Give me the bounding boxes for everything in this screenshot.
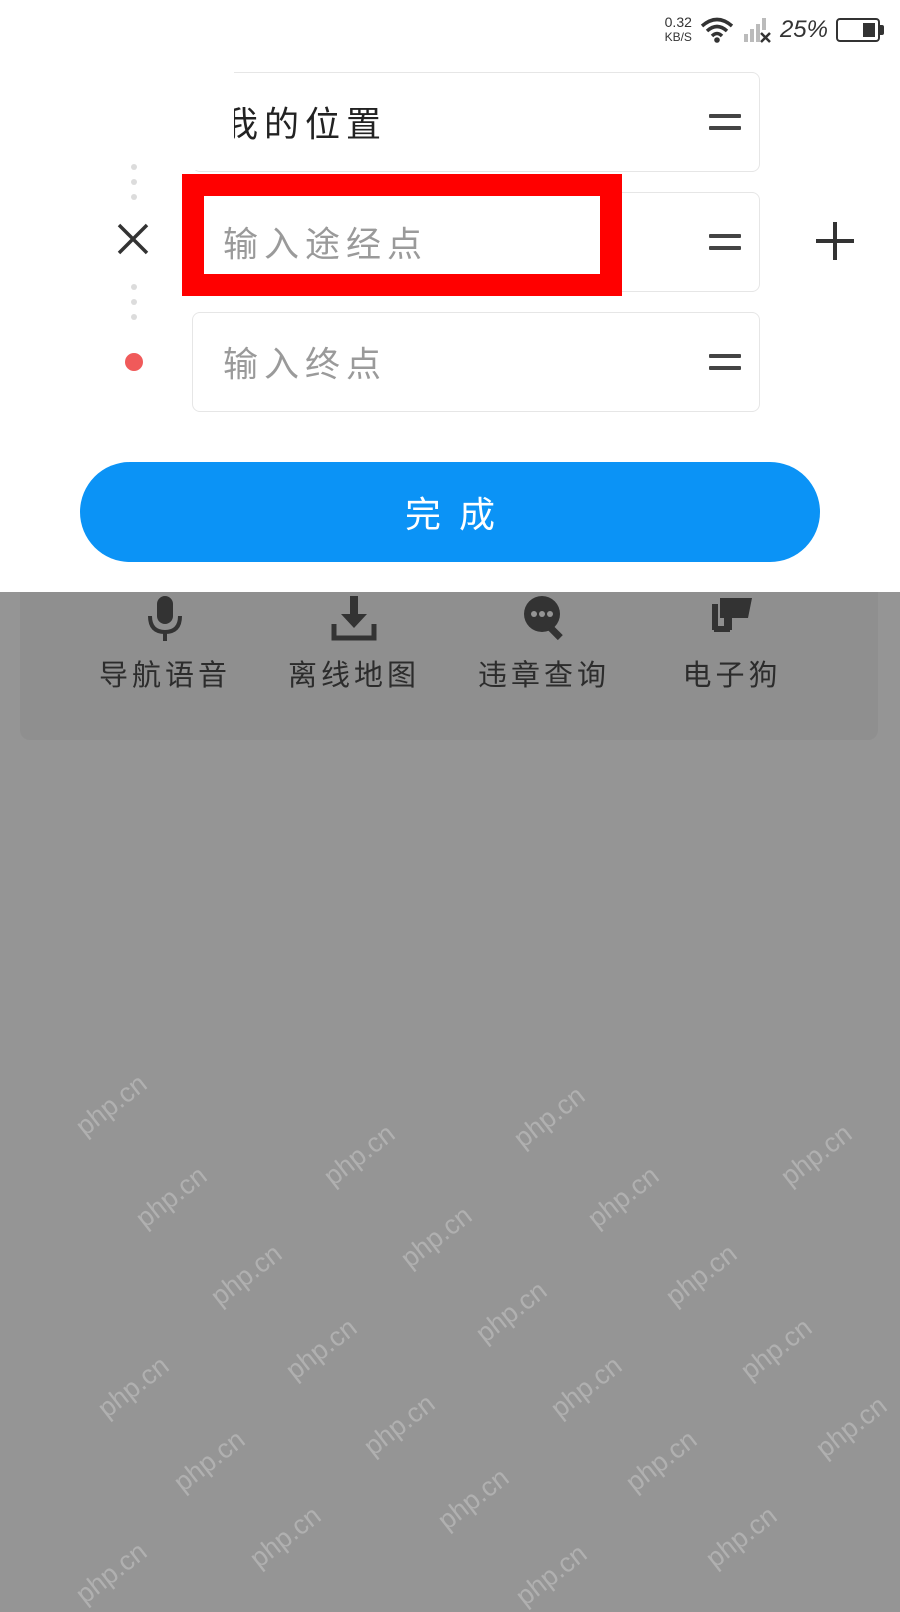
watermark: php.cn xyxy=(280,1312,363,1386)
destination-input[interactable]: 输入终点 xyxy=(192,312,760,412)
battery-icon xyxy=(836,18,884,42)
watermark: php.cn xyxy=(582,1160,665,1234)
plus-icon[interactable] xyxy=(814,220,856,262)
watermark: php.cn xyxy=(660,1238,743,1312)
shortcut-voice[interactable]: 导航语音 xyxy=(75,592,255,694)
chat-search-icon xyxy=(524,596,563,641)
watermark: php.cn xyxy=(545,1350,628,1424)
shortcut-label: 离线地图 xyxy=(287,658,420,692)
watermark: php.cn xyxy=(92,1350,175,1424)
shortcut-offline-map[interactable]: 离线地图 xyxy=(264,592,444,694)
shortcut-label: 违章查询 xyxy=(477,658,610,692)
start-location-value: 我的位置 xyxy=(223,105,388,146)
watermark: php.cn xyxy=(700,1500,783,1574)
wifi-icon xyxy=(700,17,734,43)
network-speed-unit: KB/S xyxy=(664,30,692,44)
drag-handle-icon[interactable] xyxy=(709,114,741,130)
drag-handle-icon[interactable] xyxy=(709,234,741,250)
watermark: php.cn xyxy=(810,1390,893,1464)
watermark: php.cn xyxy=(735,1312,818,1386)
watermark: php.cn xyxy=(318,1118,401,1192)
download-icon xyxy=(331,596,377,641)
watermark: php.cn xyxy=(470,1275,553,1349)
waypoint-placeholder: 输入途经点 xyxy=(223,225,429,266)
route-connector xyxy=(131,164,137,209)
shortcut-label: 电子狗 xyxy=(682,658,782,692)
speed-camera-icon xyxy=(712,598,752,632)
shortcut-violation-check[interactable]: 违章查询 xyxy=(454,592,634,694)
watermark: php.cn xyxy=(432,1462,515,1536)
close-icon[interactable] xyxy=(114,220,152,258)
watermark: php.cn xyxy=(775,1118,858,1192)
battery-percent: 25% xyxy=(779,16,828,43)
destination-placeholder: 输入终点 xyxy=(223,345,388,386)
watermark: php.cn xyxy=(508,1080,591,1154)
end-marker-dot xyxy=(125,353,143,371)
network-speed: 0.32 KB/S xyxy=(665,15,692,45)
start-location-field[interactable]: 我的位置 xyxy=(192,72,760,172)
watermark: php.cn xyxy=(620,1424,703,1498)
shortcut-speed-camera[interactable]: 电子狗 xyxy=(642,592,822,694)
status-bar: 0.32 KB/S 25% xyxy=(665,0,884,60)
done-button[interactable]: 完成 xyxy=(80,462,820,562)
field-edge-mask xyxy=(192,72,234,170)
route-connector xyxy=(131,284,137,329)
watermark: php.cn xyxy=(205,1238,288,1312)
watermark: php.cn xyxy=(244,1500,327,1574)
watermark: php.cn xyxy=(510,1538,593,1612)
drag-handle-icon[interactable] xyxy=(709,354,741,370)
network-speed-value: 0.32 xyxy=(664,14,692,30)
watermark: php.cn xyxy=(358,1388,441,1462)
microphone-icon xyxy=(148,596,182,641)
waypoint-input[interactable]: 输入途经点 xyxy=(192,192,760,292)
watermark: php.cn xyxy=(395,1200,478,1274)
shortcut-label: 导航语音 xyxy=(98,658,231,692)
watermark: php.cn xyxy=(70,1068,153,1142)
signal-off-icon xyxy=(743,18,771,43)
watermark: php.cn xyxy=(70,1536,153,1610)
route-panel: 0.32 KB/S 25% 我的位置 输入途经点 输入终点 完成 xyxy=(0,0,900,592)
watermark: php.cn xyxy=(130,1160,213,1234)
watermark: php.cn xyxy=(168,1424,251,1498)
